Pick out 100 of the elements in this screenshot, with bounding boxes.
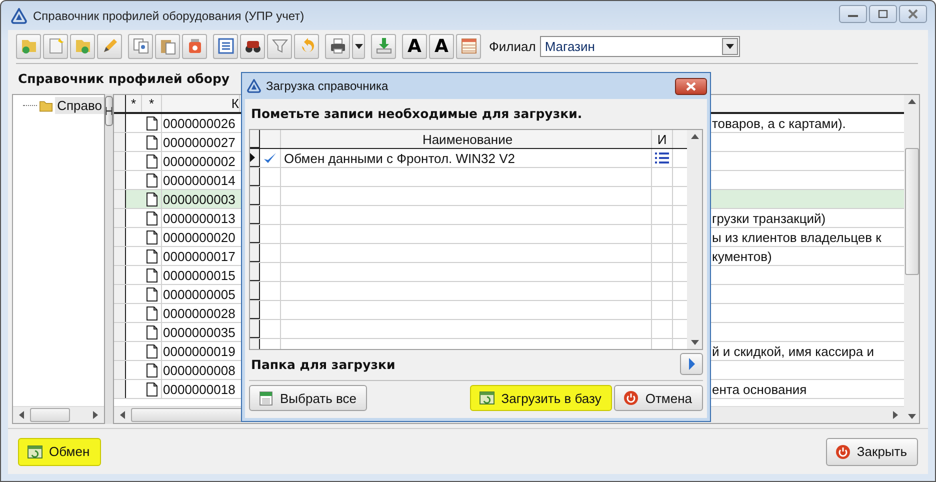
font-decrease-button[interactable]: A: [429, 34, 454, 58]
table-cell-text: 0000000003: [162, 190, 236, 208]
document-icon: [146, 268, 158, 282]
instruction-text: Пометьте записи необходимые для загрузки.: [250, 105, 584, 123]
row-header[interactable]: [250, 301, 260, 319]
folder-back-button[interactable]: [16, 34, 41, 58]
app-logo-icon: [11, 8, 27, 24]
checkmark-icon[interactable]: [263, 152, 277, 164]
row-header[interactable]: [114, 114, 126, 132]
column-header[interactable]: Наименование: [281, 130, 652, 148]
row-header[interactable]: [250, 263, 260, 281]
table-button[interactable]: [456, 34, 481, 58]
list-button[interactable]: [213, 34, 238, 58]
app-logo-icon: [247, 79, 261, 93]
row-header[interactable]: [114, 380, 126, 398]
refresh-panel-icon: [479, 390, 496, 406]
copy-button[interactable]: [128, 34, 153, 58]
scroll-right-icon[interactable]: [893, 411, 898, 419]
close-window-button[interactable]: Закрыть: [826, 438, 918, 466]
document-icon: [146, 382, 158, 396]
row-header[interactable]: [114, 152, 126, 170]
section-heading: Справочник профилей обору: [18, 70, 230, 88]
folder-back-icon: [20, 37, 38, 55]
delete-button[interactable]: [182, 34, 207, 58]
scrollbar-thumb[interactable]: [30, 408, 70, 422]
caret-icon: [354, 44, 362, 48]
table-cell: ы из клиентов владельцев к: [712, 230, 882, 244]
scrollbar-thumb[interactable]: [904, 148, 918, 275]
exchange-button[interactable]: Обмен: [18, 438, 101, 466]
row-header[interactable]: [114, 247, 126, 265]
row-header[interactable]: [114, 171, 126, 189]
scroll-down-icon[interactable]: [908, 414, 916, 419]
table-cell-text: 0000000027: [162, 134, 236, 151]
vertical-scrollbar[interactable]: [904, 95, 919, 423]
list-icon[interactable]: [655, 152, 669, 164]
close-button[interactable]: [675, 78, 707, 94]
row-header[interactable]: [114, 133, 126, 151]
minimize-button[interactable]: [839, 4, 867, 22]
row-header[interactable]: [114, 190, 126, 208]
select-all-button[interactable]: Выбрать все: [249, 385, 368, 411]
scroll-up-icon[interactable]: [908, 99, 916, 104]
row-header[interactable]: [114, 323, 126, 341]
scroll-left-icon[interactable]: [19, 411, 24, 419]
font-increase-button[interactable]: A: [402, 34, 427, 58]
row-header[interactable]: [250, 244, 260, 262]
table-cell-text: 0000000005: [162, 286, 236, 303]
column-header[interactable]: И: [652, 130, 673, 148]
row-header[interactable]: [114, 285, 126, 303]
document-icon: [146, 172, 158, 188]
row-header[interactable]: [114, 342, 126, 360]
row-header[interactable]: [250, 320, 260, 338]
load-button[interactable]: Загрузить в базу: [470, 385, 612, 411]
close-icon: [907, 8, 919, 18]
table-cell-text: 0000000018: [162, 380, 236, 398]
download-button[interactable]: [371, 34, 396, 58]
paste-button[interactable]: [155, 34, 180, 58]
row-header[interactable]: [250, 282, 260, 300]
document-icon: [146, 286, 158, 302]
row-header[interactable]: [250, 225, 260, 243]
scroll-left-icon[interactable]: [120, 411, 125, 419]
vertical-scrollbar[interactable]: [687, 130, 702, 349]
table-cell-text: 0000000019: [162, 342, 236, 360]
row-header[interactable]: [114, 304, 126, 322]
scroll-down-icon[interactable]: [690, 340, 698, 345]
collapse-button[interactable]: [105, 96, 113, 126]
expand-button[interactable]: [680, 353, 703, 375]
row-header[interactable]: [114, 266, 126, 284]
column-header[interactable]: *: [142, 95, 162, 112]
grip-icon: [106, 107, 112, 115]
cancel-button[interactable]: Отмена: [614, 385, 703, 411]
new-document-button[interactable]: [43, 34, 68, 58]
table-cell-text: 0000000015: [162, 266, 236, 284]
tree-item[interactable]: Справо: [55, 97, 104, 114]
row-header[interactable]: [250, 149, 260, 167]
scroll-right-icon[interactable]: [93, 411, 98, 419]
row-header[interactable]: [250, 187, 260, 205]
table-cell-text: 0000000020: [162, 228, 236, 246]
document-icon: [146, 116, 158, 130]
row-header[interactable]: [114, 228, 126, 246]
column-header[interactable]: К: [162, 95, 240, 112]
close-icon: [686, 82, 696, 90]
row-header[interactable]: [114, 361, 126, 379]
horizontal-scrollbar[interactable]: [13, 406, 104, 423]
printer-button[interactable]: [325, 34, 350, 58]
branch-dropdown[interactable]: Магазин: [540, 36, 740, 56]
row-header[interactable]: [250, 168, 260, 186]
row-header[interactable]: [250, 206, 260, 224]
folder-label: Папка для загрузки: [250, 356, 396, 372]
power-icon: [623, 390, 640, 406]
folder-add-button[interactable]: [70, 34, 95, 58]
print-dropdown-button[interactable]: [352, 34, 365, 58]
column-header[interactable]: *: [126, 95, 142, 112]
maximize-button[interactable]: [869, 4, 897, 22]
row-header[interactable]: [114, 209, 126, 227]
paste-icon: [158, 37, 176, 55]
table-row[interactable]: Обмен данными с Фронтол. WIN32 V2: [250, 149, 687, 168]
dialog-title: Загрузка справочника: [266, 79, 388, 93]
binoculars-button[interactable]: [240, 34, 265, 58]
scroll-up-icon[interactable]: [690, 134, 698, 139]
table-cell-text: 0000000035: [162, 324, 236, 341]
